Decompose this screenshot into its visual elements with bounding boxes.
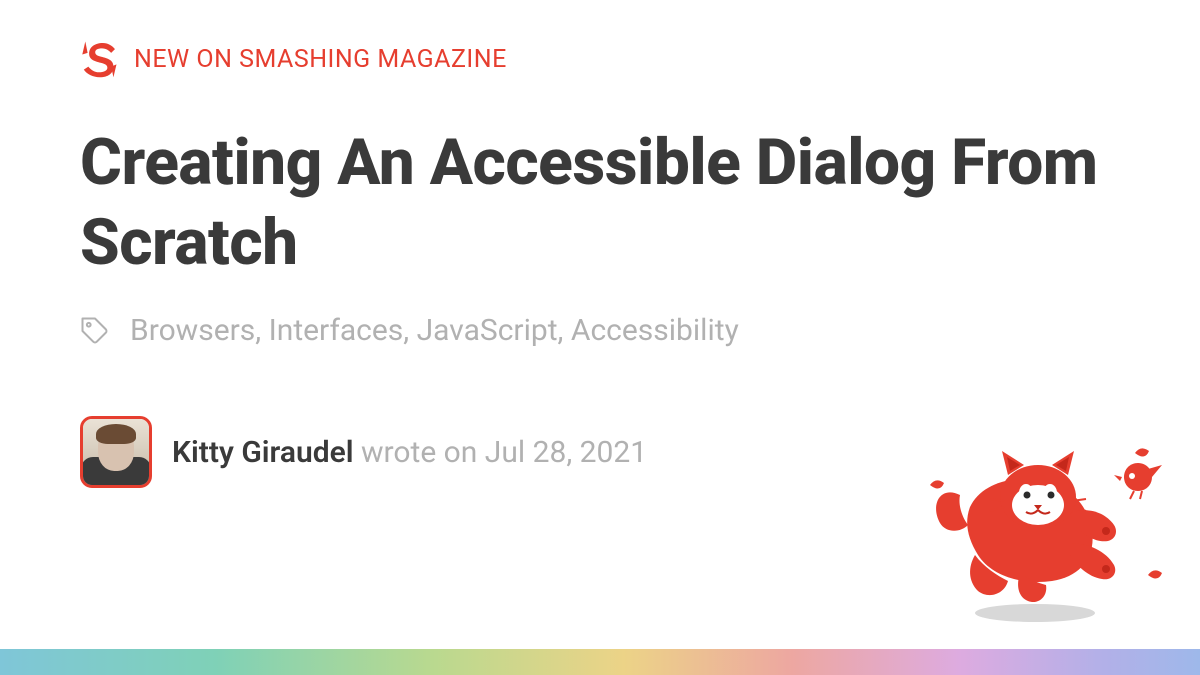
tag-icon	[80, 316, 110, 346]
header-row: NEW ON SMASHING MAGAZINE	[80, 40, 1120, 78]
author-name: Kitty Giraudel	[172, 435, 354, 470]
tags-list: Browsers, Interfaces, JavaScript, Access…	[130, 313, 739, 348]
byline-text: Kitty Giraudel wrote on Jul 28, 2021	[172, 435, 647, 470]
publish-date: Jul 28, 2021	[485, 435, 647, 470]
byline-connector: wrote on	[354, 435, 485, 470]
article-title: Creating An Accessible Dialog From Scrat…	[80, 123, 1120, 283]
eyebrow-text: NEW ON SMASHING MAGAZINE	[134, 45, 507, 74]
author-avatar	[80, 416, 152, 488]
tags-row: Browsers, Interfaces, JavaScript, Access…	[80, 313, 1120, 348]
gradient-footer-bar	[0, 649, 1200, 675]
smashing-logo-icon	[80, 40, 118, 78]
cat-mascot-icon	[920, 435, 1170, 635]
